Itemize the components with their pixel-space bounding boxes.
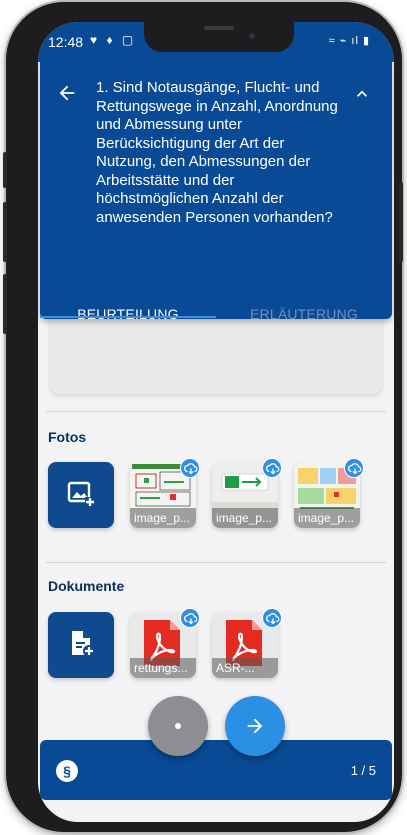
arrow-right-icon — [247, 718, 263, 734]
download-badge[interactable] — [262, 608, 282, 628]
volume-down-button — [3, 202, 7, 262]
app-screen: 12:48 ♥ ♦ ▢ ≈ ⌁ ıl ▮ 1. Sind Notausgänge… — [38, 22, 394, 822]
add-document-button[interactable] — [48, 612, 114, 678]
question-text: 1. Sind Notausgänge, Flucht- und Rettung… — [96, 79, 338, 226]
download-icon — [184, 463, 198, 475]
chevron-up-icon[interactable] — [352, 84, 372, 104]
download-icon — [184, 613, 198, 625]
active-tab-indicator — [40, 316, 216, 318]
power-button — [399, 182, 403, 262]
download-badge[interactable] — [262, 458, 282, 478]
photo-label: image_p... — [294, 508, 360, 528]
document-label: rettungs... — [130, 658, 196, 678]
tab-erlaeuterung[interactable]: ERLÄUTERUNG — [216, 292, 392, 336]
question-header: 1. Sind Notausgänge, Flucht- und Rettung… — [40, 56, 392, 322]
notification-icons: ♥ ♦ ▢ — [90, 33, 137, 47]
page-counter: 1 / 5 — [350, 763, 376, 778]
divider — [46, 411, 386, 412]
status-time: 12:48 — [48, 34, 84, 50]
paragraph-icon[interactable]: § — [56, 760, 78, 782]
record-button[interactable] — [148, 696, 208, 756]
front-camera-icon — [247, 31, 257, 41]
volume-up-button — [3, 152, 7, 188]
download-icon — [266, 463, 280, 475]
photo-label: image_p... — [212, 508, 278, 528]
documents-section-title: Dokumente — [48, 578, 125, 594]
download-icon — [348, 463, 362, 475]
add-photo-icon — [67, 481, 95, 507]
document-label: ASR-... — [212, 658, 278, 678]
next-button[interactable] — [225, 696, 285, 756]
camera-notch — [144, 22, 294, 52]
photos-section-title: Fotos — [48, 429, 87, 445]
add-document-icon — [72, 631, 95, 657]
download-badge[interactable] — [344, 458, 364, 478]
download-badge[interactable] — [180, 458, 200, 478]
download-badge[interactable] — [180, 608, 200, 628]
download-icon — [266, 613, 280, 625]
photo-label: image_p... — [130, 508, 196, 528]
tab-beurteilung[interactable]: BEURTEILUNG — [40, 292, 216, 336]
dot-icon — [175, 723, 181, 729]
arrow-left-icon[interactable] — [56, 82, 78, 104]
signal-battery-icons: ≈ ⌁ ıl ▮ — [328, 35, 370, 47]
speaker-grille — [204, 26, 234, 30]
tab-bar: BEURTEILUNG ERLÄUTERUNG — [40, 292, 392, 336]
divider — [46, 562, 386, 563]
mute-switch — [3, 274, 7, 334]
bottom-bar: § 1 / 5 — [40, 740, 392, 800]
add-photo-button[interactable] — [48, 462, 114, 528]
